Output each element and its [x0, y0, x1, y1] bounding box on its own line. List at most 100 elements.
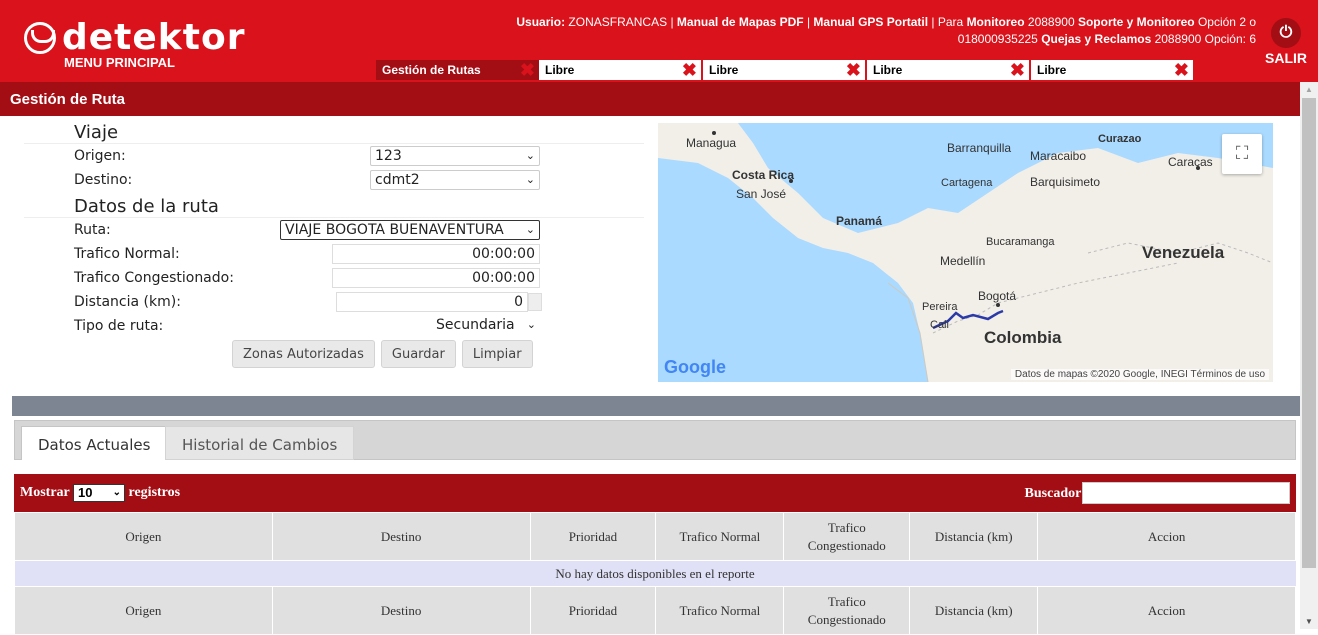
trafico-normal-input[interactable]: 00:00:00	[332, 244, 540, 264]
column-header[interactable]: Prioridad	[529, 512, 657, 561]
column-footer: Trafico Congestionado	[783, 586, 911, 635]
scroll-up-icon[interactable]: ▲	[1305, 85, 1313, 94]
chevron-down-icon: ⌄	[112, 487, 121, 498]
tipo-ruta-row: Tipo de ruta: Secundaria ⌄	[24, 314, 644, 338]
column-header[interactable]: Origen	[14, 512, 273, 561]
distancia-row: Distancia (km): 0	[24, 290, 644, 314]
column-header[interactable]: Accion	[1037, 512, 1296, 561]
column-header[interactable]: Trafico Congestionado	[783, 512, 911, 561]
salir-button[interactable]: ⏻ SALIR	[1262, 18, 1310, 66]
column-header[interactable]: Destino	[271, 512, 531, 561]
close-icon[interactable]: ✖	[846, 60, 861, 80]
column-footer: Prioridad	[529, 586, 657, 635]
tab-libre-1[interactable]: Libre ✖	[539, 60, 703, 80]
table-row: No hay datos disponibles en el reporte	[14, 560, 1296, 587]
trafico-congestionado-input[interactable]: 00:00:00	[332, 268, 540, 288]
trafico-congestionado-label: Trafico Congestionado:	[74, 270, 234, 286]
column-footer: Destino	[271, 586, 531, 635]
manual-mapas-link[interactable]: Manual de Mapas PDF	[677, 15, 804, 29]
fullscreen-icon[interactable]: ⛶	[1222, 134, 1262, 174]
power-icon: ⏻	[1271, 18, 1301, 48]
chevron-down-icon: ⌄	[526, 318, 536, 331]
trafico-normal-row: Trafico Normal: 00:00:00	[24, 242, 644, 266]
mostrar-label: Mostrar	[20, 485, 70, 501]
zonas-autorizadas-button[interactable]: Zonas Autorizadas	[232, 340, 375, 368]
tab-label: Libre	[545, 63, 575, 77]
scroll-thumb[interactable]	[1302, 98, 1316, 568]
search-input[interactable]	[1082, 482, 1290, 504]
section-title: Gestión de Ruta	[0, 82, 1300, 116]
map-label-medellin: Medellín	[940, 254, 986, 268]
soporte-label: Soporte y Monitoreo	[1077, 15, 1195, 29]
tab-historial-cambios[interactable]: Historial de Cambios	[165, 426, 355, 460]
tab-libre-3[interactable]: Libre ✖	[867, 60, 1031, 80]
logo-icon	[24, 22, 56, 54]
route-form: Viaje Origen: 123 ⌄ Destino: cdmt2 ⌄ Dat…	[24, 122, 644, 368]
chevron-down-icon: ⌄	[525, 223, 535, 236]
ruta-value: VIAJE BOGOTA BUENAVENTURA	[285, 222, 504, 238]
manual-gps-link[interactable]: Manual GPS Portatil	[813, 15, 928, 29]
tipo-ruta-select[interactable]: Secundaria ⌄	[432, 316, 540, 336]
tab-label: Gestión de Rutas	[382, 63, 481, 77]
close-icon[interactable]: ✖	[1174, 60, 1189, 80]
column-header[interactable]: Distancia (km)	[909, 512, 1039, 561]
tab-datos-actuales[interactable]: Datos Actuales	[21, 426, 168, 460]
map-label-bucaramanga: Bucaramanga	[986, 236, 1055, 248]
map-attribution[interactable]: Datos de mapas ©2020 Google, INEGI Térmi…	[1010, 369, 1269, 380]
column-footer: Origen	[14, 586, 273, 635]
map-label-panama: Panamá	[836, 214, 883, 228]
scroll-down-icon[interactable]: ▼	[1305, 617, 1313, 626]
distancia-input[interactable]: 0	[336, 292, 528, 312]
close-icon[interactable]: ✖	[520, 60, 535, 80]
data-tabs: Datos Actuales Historial de Cambios	[14, 420, 1296, 460]
table-footer-row: Origen Destino Prioridad Trafico Normal …	[14, 586, 1296, 635]
ruta-select[interactable]: VIAJE BOGOTA BUENAVENTURA ⌄	[280, 220, 540, 240]
chevron-down-icon: ⌄	[525, 173, 535, 186]
usuario-label: Usuario:	[516, 15, 566, 29]
map-label-cali: Cali	[930, 319, 949, 331]
trafico-congestionado-row: Trafico Congestionado: 00:00:00	[24, 266, 644, 290]
close-icon[interactable]: ✖	[682, 60, 697, 80]
origen-row: Origen: 123 ⌄	[24, 144, 644, 168]
trafico-normal-label: Trafico Normal:	[74, 246, 180, 262]
map-label-costa-rica: Costa Rica	[732, 168, 795, 182]
page-size-select[interactable]: 10 ⌄	[73, 484, 125, 502]
brand-name: detektor	[62, 17, 246, 58]
guardar-button[interactable]: Guardar	[380, 340, 456, 368]
separator: | Para	[928, 15, 967, 29]
separator: |	[803, 15, 814, 29]
datos-ruta-heading: Datos de la ruta	[24, 196, 644, 218]
page-scrollbar[interactable]: ▲ ▼	[1300, 82, 1318, 629]
registros-label: registros	[128, 485, 181, 501]
limpiar-button[interactable]: Limpiar	[461, 340, 533, 368]
routes-table: Origen Destino Prioridad Trafico Normal …	[14, 512, 1296, 635]
route-map[interactable]: Managua Costa Rica San José Panamá Barra…	[658, 123, 1273, 382]
ruta-label: Ruta:	[74, 222, 111, 238]
distancia-spinner[interactable]	[528, 293, 542, 311]
close-icon[interactable]: ✖	[1010, 60, 1025, 80]
map-label-barranquilla: Barranquilla	[947, 141, 1012, 155]
chevron-down-icon: ⌄	[525, 149, 535, 162]
destino-row: Destino: cdmt2 ⌄	[24, 168, 644, 192]
ruta-row: Ruta: VIAJE BOGOTA BUENAVENTURA ⌄	[24, 218, 644, 242]
column-footer: Accion	[1037, 586, 1296, 635]
destino-value: cdmt2	[375, 172, 420, 188]
app-header: detektor MENU PRINCIPAL Usuario: ZONASFR…	[0, 0, 1318, 82]
map-label-barquisimeto: Barquisimeto	[1030, 175, 1101, 189]
quejas-text: 2088900 Opción: 6	[1151, 32, 1256, 46]
tipo-ruta-label: Tipo de ruta:	[74, 318, 164, 334]
destino-select[interactable]: cdmt2 ⌄	[370, 170, 540, 190]
map-label-colombia: Colombia	[984, 328, 1062, 347]
menu-principal-link[interactable]: MENU PRINCIPAL	[64, 55, 175, 70]
buscador-label: Buscador:	[1024, 486, 1086, 501]
detektor-logo[interactable]: detektor	[24, 17, 246, 58]
divider-bar	[12, 396, 1300, 416]
column-header[interactable]: Trafico Normal	[655, 512, 785, 561]
tab-libre-2[interactable]: Libre ✖	[703, 60, 867, 80]
monitoreo-number: 2088900	[1024, 15, 1078, 29]
tab-libre-4[interactable]: Libre ✖	[1031, 60, 1195, 80]
usuario-name: ZONASFRANCAS	[568, 15, 668, 29]
tab-gestion-rutas[interactable]: Gestión de Rutas ✖	[376, 60, 539, 80]
origen-select[interactable]: 123 ⌄	[370, 146, 540, 166]
google-logo[interactable]: Google	[664, 357, 726, 378]
